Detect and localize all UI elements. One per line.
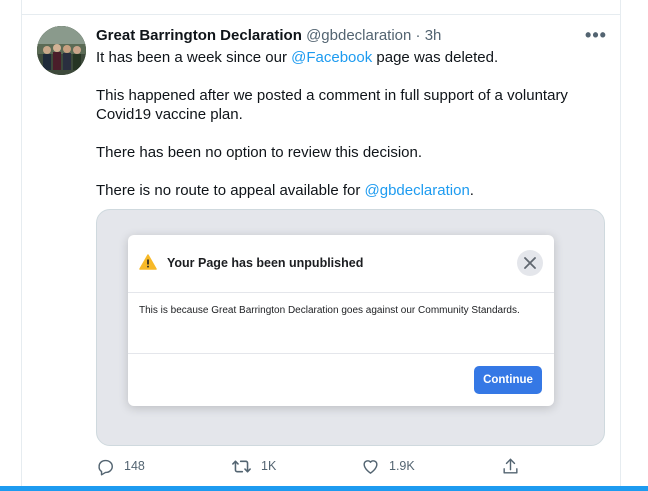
dialog-header: Your Page has been unpublished <box>128 235 554 293</box>
text-segment: It has been a week since our <box>96 49 292 66</box>
share-icon <box>501 457 520 476</box>
tweet-line-1: It has been a week since our @Facebook p… <box>96 48 601 67</box>
text-segment: page was deleted. <box>372 49 499 66</box>
close-icon <box>517 250 543 276</box>
tweet-line-3: There has been no option to review this … <box>96 144 423 161</box>
timeline-left-border <box>21 0 22 491</box>
facebook-dialog: Your Page has been unpublished This is b… <box>128 235 554 406</box>
dialog-body: This is because Great Barrington Declara… <box>139 305 520 316</box>
retweet-count: 1K <box>261 459 277 473</box>
text-segment: . <box>469 182 474 199</box>
warning-icon <box>139 254 157 270</box>
retweet-icon <box>231 457 252 476</box>
tweet-divider <box>21 14 621 15</box>
dialog-divider <box>128 353 554 354</box>
reply-icon <box>96 457 115 476</box>
reply-button[interactable]: 148 <box>96 456 145 476</box>
mention-gbdeclaration[interactable]: @gbdeclaration <box>365 182 470 199</box>
timestamp[interactable]: 3h <box>425 27 442 44</box>
timeline-right-border <box>620 0 621 491</box>
dialog-title: Your Page has been unpublished <box>167 256 364 270</box>
avatar[interactable] <box>37 26 86 75</box>
author-handle[interactable]: @gbdeclaration <box>306 27 411 44</box>
share-button[interactable] <box>501 456 520 476</box>
like-button[interactable]: 1.9K <box>361 456 415 476</box>
tweet-header: Great Barrington Declaration @gbdeclarat… <box>96 27 441 45</box>
text-segment: There is no route to appeal available fo… <box>96 182 365 199</box>
mention-facebook[interactable]: @Facebook <box>291 49 372 66</box>
more-icon[interactable]: ••• <box>583 26 609 46</box>
like-icon <box>361 457 380 475</box>
separator-dot: · <box>415 27 421 44</box>
like-count: 1.9K <box>389 459 415 473</box>
reply-count: 148 <box>124 459 145 473</box>
bottom-accent-bar <box>0 486 648 491</box>
tweet-text: It has been a week since our @Facebook p… <box>96 48 601 219</box>
tweet-line-2: This happened after we posted a comment … <box>96 87 568 123</box>
retweet-button[interactable]: 1K <box>231 456 276 476</box>
tweet-actions: 148 1K 1.9K <box>96 456 526 476</box>
continue-button: Continue <box>474 366 542 394</box>
tweet-line-4: There is no route to appeal available fo… <box>96 181 601 200</box>
tweet-media-image[interactable]: Your Page has been unpublished This is b… <box>96 209 605 446</box>
author-name[interactable]: Great Barrington Declaration <box>96 27 302 44</box>
